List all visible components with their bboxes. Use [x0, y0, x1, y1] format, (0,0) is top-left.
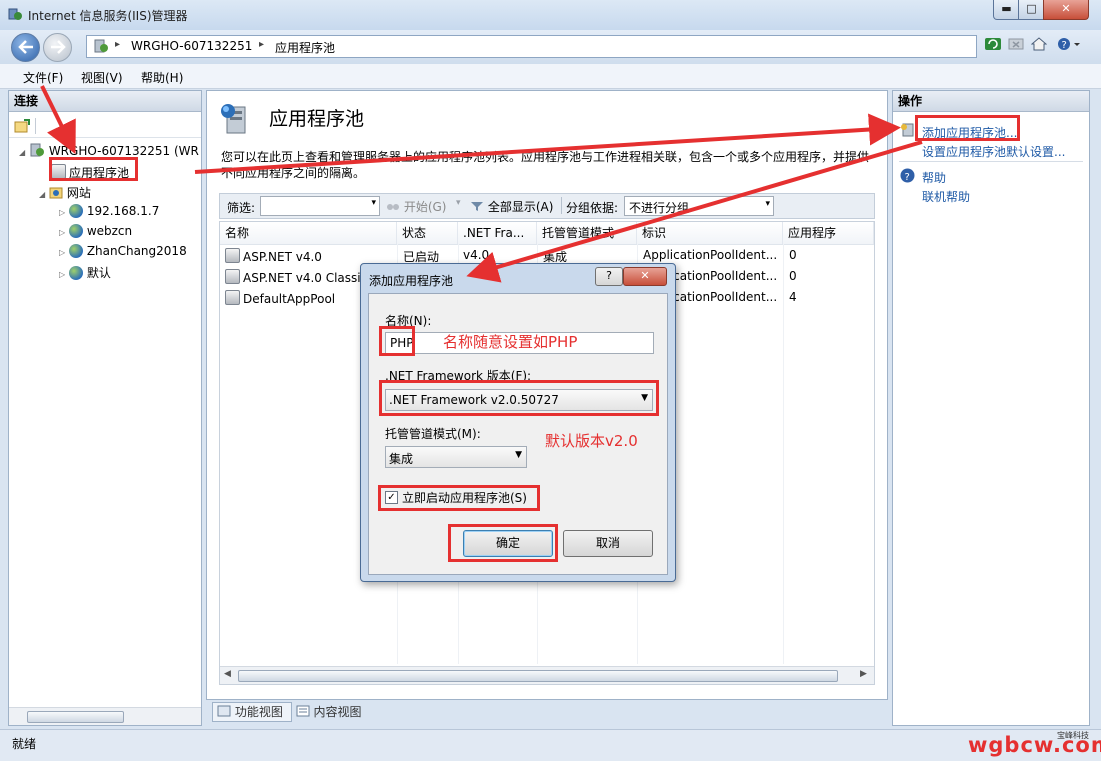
arrow-to-add-pool: [194, 113, 901, 174]
arrow-to-dialog: [466, 140, 923, 283]
annotation-arrows: [40, 85, 923, 283]
arrow-to-app-pools: [40, 85, 76, 155]
